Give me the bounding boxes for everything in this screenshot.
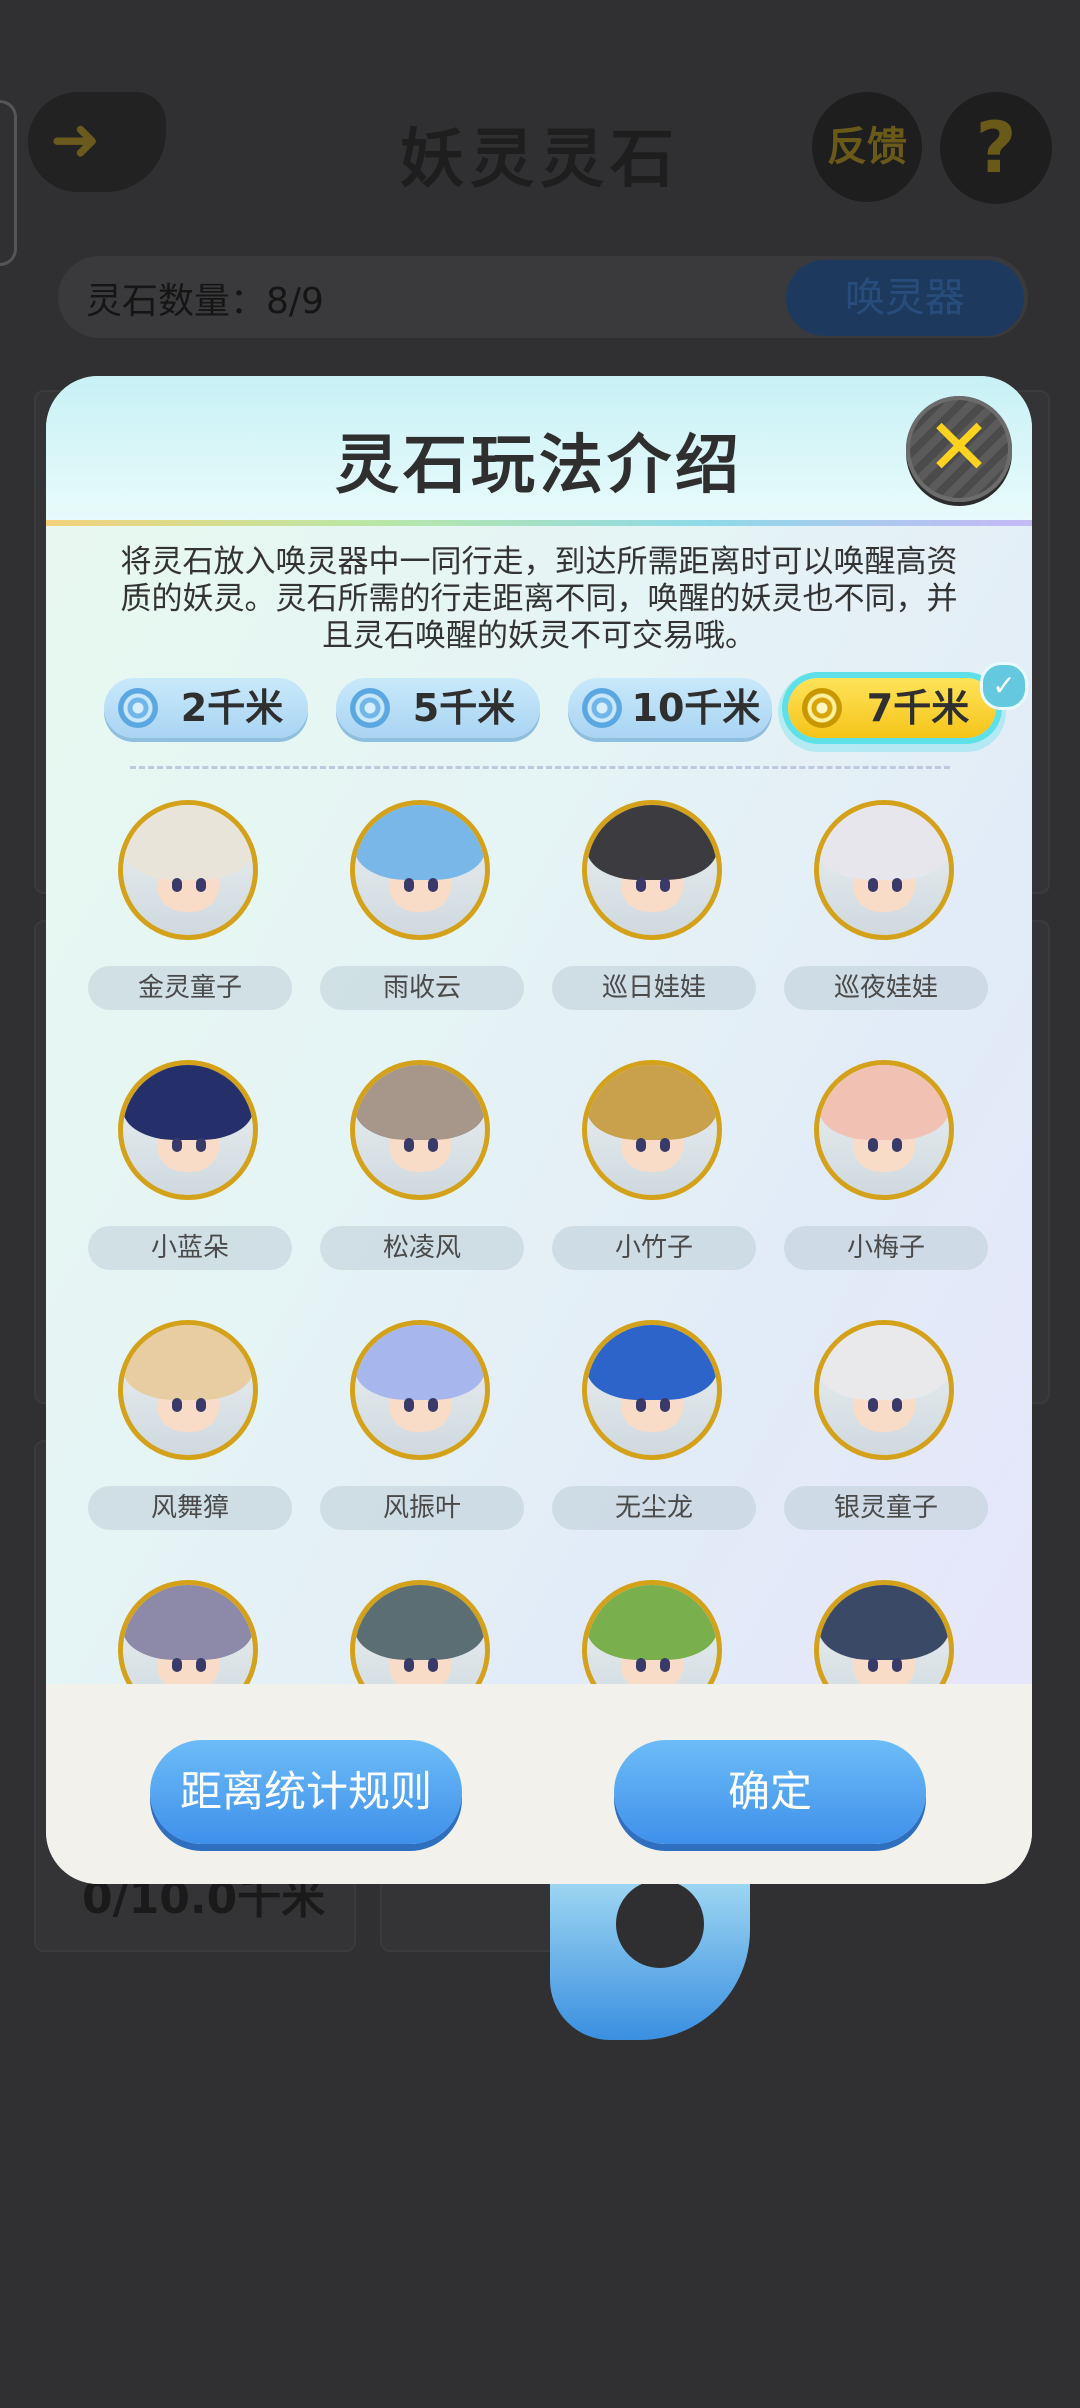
character-avatar [582, 800, 722, 940]
character-item[interactable]: 无尘龙 [552, 1304, 756, 1544]
character-avatar [350, 1320, 490, 1460]
character-avatar [118, 1060, 258, 1200]
character-item[interactable]: 小蓝朵 [88, 1044, 292, 1284]
tab-7km[interactable]: 7千米 [788, 678, 996, 738]
character-item[interactable]: 金灵童子 [88, 784, 292, 1024]
character-name: 雨收云 [320, 966, 524, 1010]
character-item[interactable]: 巡夜娃娃 [784, 784, 988, 1024]
dialog-footer: 距离统计规则 确定 [46, 1684, 1032, 1884]
character-avatar [582, 1060, 722, 1200]
character-name: 小蓝朵 [88, 1226, 292, 1270]
dialog-title: 灵石玩法介绍 [335, 429, 743, 503]
character-item[interactable]: 松凌风 [320, 1044, 524, 1284]
stone-count-label: 灵石数量：8/9 [86, 281, 324, 322]
header-divider [46, 520, 1032, 526]
character-item[interactable]: 风舞獐 [88, 1304, 292, 1544]
character-name: 无尘龙 [552, 1486, 756, 1530]
character-item[interactable]: 小竹子 [552, 1044, 756, 1284]
tab-label: 10千米 [631, 686, 761, 730]
character-avatar [350, 1060, 490, 1200]
character-name: 巡日娃娃 [552, 966, 756, 1010]
confirm-button[interactable]: 确定 [614, 1740, 926, 1844]
close-icon: ✕ [926, 403, 992, 493]
character-name: 巡夜娃娃 [784, 966, 988, 1010]
dialog-description: 将灵石放入唤灵器中一同行走，到达所需距离时可以唤醒高资质的妖灵。灵石所需的行走距… [120, 544, 958, 654]
character-avatar [118, 800, 258, 940]
selected-check-icon: ✓ [980, 662, 1028, 710]
close-button[interactable]: ✕ [906, 396, 1012, 502]
character-item[interactable]: 巡日娃娃 [552, 784, 756, 1024]
character-item[interactable]: 小梅子 [784, 1044, 988, 1284]
dotted-divider [130, 766, 950, 769]
character-name: 松凌风 [320, 1226, 524, 1270]
tab-2km[interactable]: 2千米 [104, 678, 308, 738]
character-name: 银灵童子 [784, 1486, 988, 1530]
stone-intro-dialog: 灵石玩法介绍 ✕ 将灵石放入唤灵器中一同行走，到达所需距离时可以唤醒高资质的妖灵… [46, 376, 1032, 1884]
character-avatar [814, 1320, 954, 1460]
character-avatar [350, 800, 490, 940]
character-name: 小梅子 [784, 1226, 988, 1270]
tab-label: 7千米 [866, 686, 970, 730]
stone-coin-icon [582, 688, 622, 728]
character-name: 小竹子 [552, 1226, 756, 1270]
summon-device-button[interactable]: 唤灵器 [786, 260, 1024, 336]
stone-coin-icon [118, 688, 158, 728]
character-name: 金灵童子 [88, 966, 292, 1010]
stone-coin-icon [802, 688, 842, 728]
character-name: 风舞獐 [88, 1486, 292, 1530]
tab-10km[interactable]: 10千米 [568, 678, 772, 738]
tab-label: 5千米 [412, 686, 516, 730]
character-item[interactable]: 风振叶 [320, 1304, 524, 1544]
feedback-button[interactable]: 反馈 [812, 92, 922, 202]
character-avatar [814, 1060, 954, 1200]
tab-label: 2千米 [180, 686, 284, 730]
stone-coin-icon [350, 688, 390, 728]
distance-rules-button[interactable]: 距离统计规则 [150, 1740, 462, 1844]
character-item[interactable]: 雨收云 [320, 784, 524, 1024]
character-name: 风振叶 [320, 1486, 524, 1530]
tab-5km[interactable]: 5千米 [336, 678, 540, 738]
character-avatar [814, 800, 954, 940]
character-item[interactable]: 银灵童子 [784, 1304, 988, 1544]
help-button[interactable]: ? [940, 92, 1052, 204]
character-avatar [118, 1320, 258, 1460]
swirl-curl [616, 1880, 704, 1968]
character-avatar [582, 1320, 722, 1460]
